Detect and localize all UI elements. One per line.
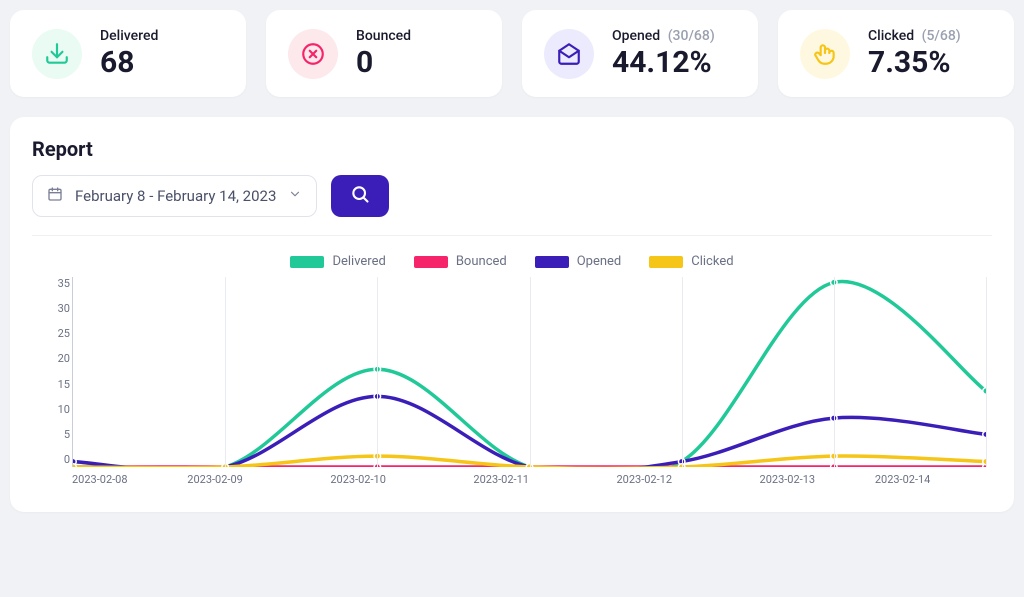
x-tick: 2023-02-11 bbox=[473, 473, 529, 486]
stat-bounced-value: 0 bbox=[356, 46, 411, 79]
stat-delivered-value: 68 bbox=[100, 46, 158, 79]
chart-legend: Delivered Bounced Opened Clicked bbox=[32, 254, 992, 269]
x-tick: 2023-02-12 bbox=[616, 473, 672, 486]
y-tick: 0 bbox=[36, 453, 70, 466]
legend-item-bounced[interactable]: Bounced bbox=[414, 254, 507, 269]
x-tick: 2023-02-13 bbox=[760, 473, 816, 486]
stat-opened-label: Opened (30/68) bbox=[612, 28, 715, 44]
stat-clicked-value: 7.35% bbox=[868, 46, 961, 79]
chart: Delivered Bounced Opened Clicked 35 30 25 2… bbox=[32, 254, 992, 486]
opened-icon bbox=[544, 29, 594, 79]
date-range-text: February 8 - February 14, 2023 bbox=[75, 187, 276, 205]
y-tick: 30 bbox=[36, 302, 70, 315]
stat-clicked-label: Clicked (5/68) bbox=[868, 28, 961, 44]
legend-item-delivered[interactable]: Delivered bbox=[290, 254, 385, 269]
stats-row: Delivered 68 Bounced 0 Opened (30/68) 44… bbox=[0, 0, 1024, 107]
report-card: Report February 8 - February 14, 2023 De… bbox=[10, 117, 1014, 512]
legend-swatch-opened bbox=[535, 256, 569, 268]
date-range-picker[interactable]: February 8 - February 14, 2023 bbox=[32, 175, 317, 217]
calendar-icon bbox=[47, 186, 63, 206]
legend-item-clicked[interactable]: Clicked bbox=[649, 254, 733, 269]
chart-area: 35302520151050 2023-02-082023-02-092023-… bbox=[72, 277, 986, 486]
y-tick: 20 bbox=[36, 352, 70, 365]
y-tick: 15 bbox=[36, 378, 70, 391]
legend-label-delivered: Delivered bbox=[332, 254, 385, 269]
gridline bbox=[225, 277, 226, 467]
stat-clicked-paren: (5/68) bbox=[922, 28, 961, 44]
search-icon bbox=[350, 184, 370, 208]
x-tick: 2023-02-10 bbox=[330, 473, 386, 486]
bounced-icon bbox=[288, 29, 338, 79]
legend-label-opened: Opened bbox=[577, 254, 622, 269]
legend-label-clicked: Clicked bbox=[691, 254, 733, 269]
stat-card-opened: Opened (30/68) 44.12% bbox=[522, 10, 758, 97]
legend-item-opened[interactable]: Opened bbox=[535, 254, 622, 269]
stat-opened-label-text: Opened bbox=[612, 28, 660, 44]
legend-swatch-delivered bbox=[290, 256, 324, 268]
y-tick: 5 bbox=[36, 428, 70, 441]
controls-row: February 8 - February 14, 2023 bbox=[32, 175, 992, 236]
x-tick: 2023-02-09 bbox=[187, 473, 243, 486]
stat-clicked-label-text: Clicked bbox=[868, 28, 914, 44]
x-axis: 2023-02-08 2023-02-09 2023-02-10 2023-02-11… bbox=[72, 473, 986, 486]
data-point bbox=[73, 464, 76, 467]
chevron-down-icon bbox=[288, 187, 302, 205]
gridline bbox=[834, 277, 835, 467]
report-title: Report bbox=[32, 137, 992, 161]
x-tick: 2023-02-14 bbox=[875, 473, 931, 486]
clicked-icon bbox=[800, 29, 850, 79]
gridline bbox=[986, 277, 987, 467]
legend-label-bounced: Bounced bbox=[456, 254, 507, 269]
gridline bbox=[682, 277, 683, 467]
y-tick: 25 bbox=[36, 327, 70, 340]
legend-swatch-bounced bbox=[414, 256, 448, 268]
search-button[interactable] bbox=[331, 175, 389, 217]
gridline bbox=[530, 277, 531, 467]
stat-card-bounced: Bounced 0 bbox=[266, 10, 502, 97]
stat-card-clicked: Clicked (5/68) 7.35% bbox=[778, 10, 1014, 97]
stat-opened-value: 44.12% bbox=[612, 46, 715, 79]
y-axis: 35 30 25 20 15 10 5 0 bbox=[36, 277, 70, 466]
y-tick: 35 bbox=[36, 277, 70, 290]
stat-delivered-label: Delivered bbox=[100, 28, 158, 44]
x-tick: 2023-02-08 bbox=[72, 473, 128, 486]
stat-card-delivered: Delivered 68 bbox=[10, 10, 246, 97]
legend-swatch-clicked bbox=[649, 256, 683, 268]
stat-opened-paren: (30/68) bbox=[668, 28, 715, 44]
stat-bounced-label: Bounced bbox=[356, 28, 411, 44]
delivered-icon bbox=[32, 29, 82, 79]
gridline bbox=[377, 277, 378, 467]
y-tick: 10 bbox=[36, 403, 70, 416]
chart-plot bbox=[72, 277, 986, 467]
